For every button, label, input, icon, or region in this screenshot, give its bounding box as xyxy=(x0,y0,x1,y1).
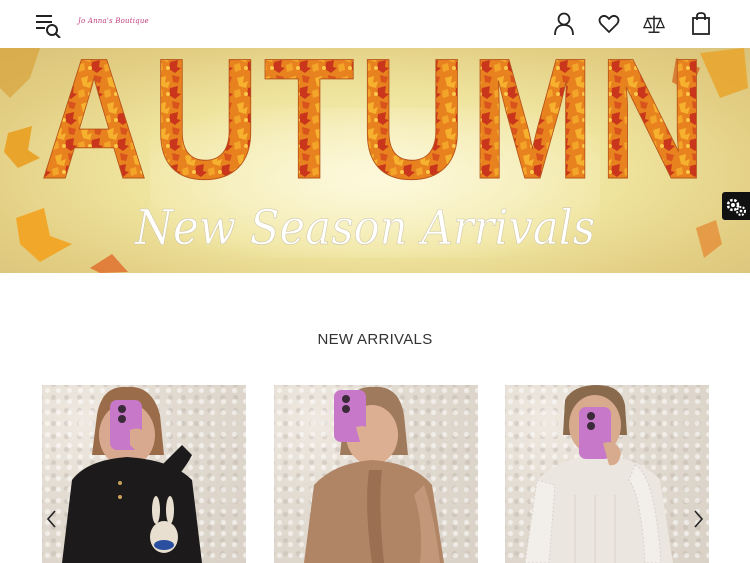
settings-gear-icon[interactable] xyxy=(722,192,750,220)
product-image xyxy=(304,386,444,563)
cart-icon[interactable] xyxy=(690,12,712,36)
carousel-prev-arrow-icon[interactable] xyxy=(44,508,60,530)
site-header: Jo Anna's Boutique xyxy=(0,0,750,48)
product-image xyxy=(62,386,202,563)
product-card[interactable] xyxy=(274,385,478,563)
product-image xyxy=(524,385,673,563)
carousel-next-arrow-icon[interactable] xyxy=(690,508,706,530)
wishlist-icon[interactable] xyxy=(598,12,620,36)
account-icon[interactable] xyxy=(553,12,575,36)
product-card[interactable] xyxy=(505,385,709,563)
hero-headline: AUTUMN xyxy=(40,48,710,215)
hero-subheadline: New Season Arrivals xyxy=(134,200,595,256)
site-logo[interactable]: Jo Anna's Boutique xyxy=(78,17,149,25)
menu-search-icon[interactable] xyxy=(36,12,62,39)
product-card[interactable] xyxy=(42,385,246,563)
compare-icon[interactable] xyxy=(642,12,666,36)
section-title: NEW ARRIVALS xyxy=(317,331,433,348)
hero-banner[interactable]: AUTUMN New Season Arrivals xyxy=(0,48,750,273)
hero-artwork: AUTUMN New Season Arrivals xyxy=(0,48,748,273)
